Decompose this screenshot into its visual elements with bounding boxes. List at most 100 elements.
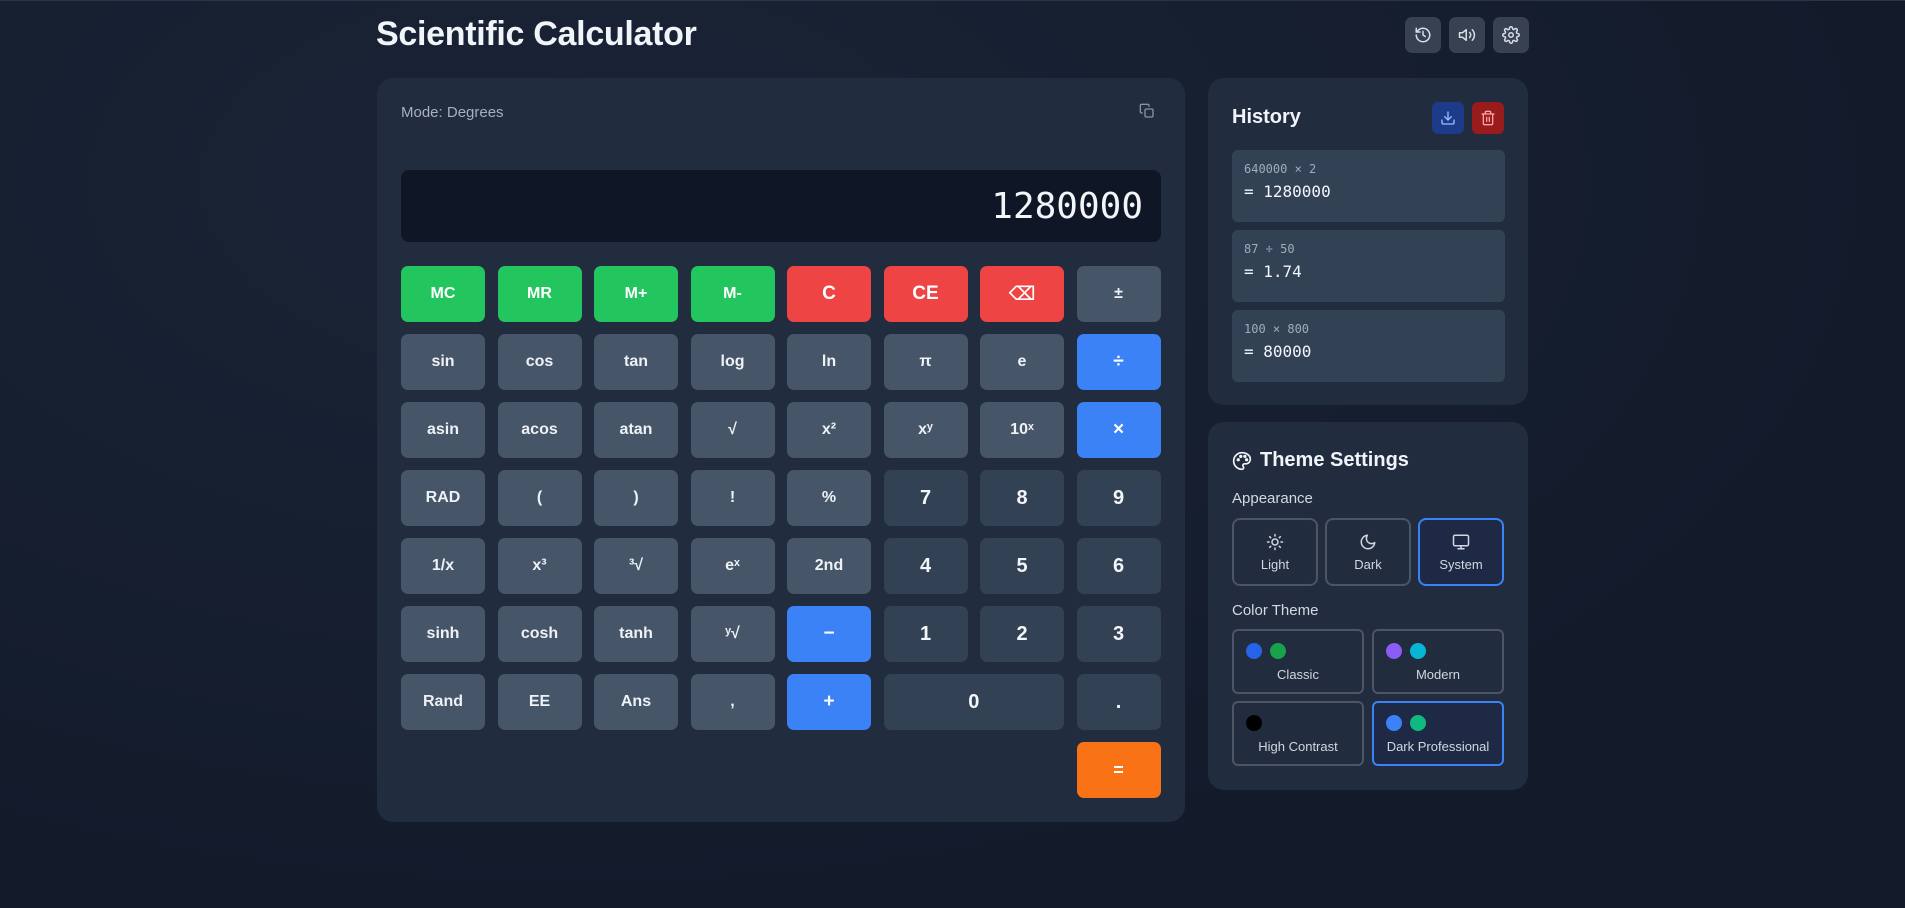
pi-key[interactable]: π bbox=[883, 334, 968, 390]
open-paren-key[interactable]: ( bbox=[497, 470, 582, 526]
divide-key[interactable]: ÷ bbox=[1076, 334, 1161, 390]
percent-key[interactable]: % bbox=[787, 470, 871, 526]
cos-key[interactable]: cos bbox=[497, 334, 582, 390]
appearance-option-system[interactable]: System bbox=[1418, 518, 1504, 586]
top-actions bbox=[1405, 17, 1529, 53]
cube-root-key[interactable]: ³√ bbox=[594, 538, 678, 594]
moon-icon bbox=[1360, 534, 1376, 549]
decimal-key[interactable]: . bbox=[1076, 674, 1161, 730]
history-result: = 1280000 bbox=[1244, 182, 1331, 201]
e-key[interactable]: e bbox=[980, 334, 1064, 390]
appearance-option-label: Dark bbox=[1354, 556, 1382, 572]
digit-9-key[interactable]: 9 bbox=[1076, 470, 1161, 526]
sin-key[interactable]: sin bbox=[401, 334, 485, 390]
color-theme-label: Classic bbox=[1277, 667, 1319, 682]
square-key[interactable]: x² bbox=[787, 402, 871, 458]
settings-button[interactable] bbox=[1493, 17, 1529, 53]
mr-key[interactable]: MR bbox=[497, 266, 582, 322]
ten-power-key[interactable]: 10ˣ bbox=[980, 402, 1064, 458]
theme-settings-panel: Theme Settings Appearance Light Dark Syste… bbox=[1208, 422, 1528, 790]
digit-2-key[interactable]: 2 bbox=[980, 606, 1064, 662]
clear-key[interactable]: C bbox=[787, 266, 871, 322]
factorial-key[interactable]: ! bbox=[690, 470, 775, 526]
cosh-key[interactable]: cosh bbox=[497, 606, 582, 662]
color-theme-option-classic[interactable]: Classic bbox=[1232, 629, 1364, 694]
color-swatch bbox=[1246, 643, 1262, 659]
sinh-key[interactable]: sinh bbox=[401, 606, 485, 662]
color-theme-option-high-contrast[interactable]: High Contrast bbox=[1232, 701, 1364, 766]
comma-key[interactable]: , bbox=[690, 674, 775, 730]
copy-button[interactable] bbox=[1139, 103, 1159, 123]
second-key[interactable]: 2nd bbox=[787, 538, 871, 594]
close-paren-key[interactable]: ) bbox=[594, 470, 678, 526]
appearance-option-light[interactable]: Light bbox=[1232, 518, 1318, 586]
tanh-key[interactable]: tanh bbox=[594, 606, 678, 662]
multiply-key[interactable]: × bbox=[1076, 402, 1161, 458]
clear-history-button[interactable] bbox=[1472, 102, 1504, 134]
rand-key[interactable]: Rand bbox=[401, 674, 485, 730]
history-expression: 640000 × 2 bbox=[1244, 162, 1317, 176]
tan-key[interactable]: tan bbox=[594, 334, 678, 390]
sqrt-key[interactable]: √ bbox=[690, 402, 775, 458]
color-swatch bbox=[1386, 715, 1402, 731]
digit-3-key[interactable]: 3 bbox=[1076, 606, 1161, 662]
copy-icon bbox=[1139, 103, 1154, 118]
page-title: Scientific Calculator bbox=[376, 15, 697, 53]
history-expression: 100 × 800 bbox=[1244, 322, 1310, 336]
atan-key[interactable]: atan bbox=[594, 402, 678, 458]
digit-5-key[interactable]: 5 bbox=[980, 538, 1064, 594]
download-history-button[interactable] bbox=[1432, 102, 1464, 134]
color-swatches bbox=[1386, 715, 1426, 731]
color-swatches bbox=[1246, 643, 1286, 659]
backspace-key[interactable]: ⌫ bbox=[980, 266, 1064, 322]
asin-key[interactable]: asin bbox=[401, 402, 485, 458]
color-theme-label: Modern bbox=[1415, 667, 1461, 682]
history-title: History bbox=[1232, 106, 1301, 128]
history-item[interactable]: 87 ÷ 50 = 1.74 bbox=[1232, 230, 1505, 302]
color-theme-option-modern[interactable]: Modern bbox=[1372, 629, 1504, 694]
digit-4-key[interactable]: 4 bbox=[883, 538, 968, 594]
sun-icon bbox=[1266, 533, 1284, 550]
history-result: = 1.74 bbox=[1244, 262, 1302, 281]
history-panel: History 640000 × 2 = 1280000 87 ÷ 50 = 1.74… bbox=[1208, 78, 1528, 405]
appearance-option-dark[interactable]: Dark bbox=[1325, 518, 1411, 586]
color-swatch bbox=[1410, 643, 1426, 659]
history-icon bbox=[1415, 27, 1431, 43]
exp-key[interactable]: eˣ bbox=[690, 538, 775, 594]
history-list: 640000 × 2 = 1280000 87 ÷ 50 = 1.74 100 × 80… bbox=[1232, 150, 1505, 382]
log-key[interactable]: log bbox=[690, 334, 775, 390]
cube-key[interactable]: x³ bbox=[497, 538, 582, 594]
mc-key[interactable]: MC bbox=[401, 266, 485, 322]
history-item[interactable]: 640000 × 2 = 1280000 bbox=[1232, 150, 1505, 222]
palette-icon bbox=[1232, 451, 1252, 470]
subtract-key[interactable]: − bbox=[787, 606, 871, 662]
sign-toggle-key[interactable]: ± bbox=[1076, 266, 1161, 322]
rad-key[interactable]: RAD bbox=[401, 470, 485, 526]
digit-8-key[interactable]: 8 bbox=[980, 470, 1064, 526]
ee-key[interactable]: EE bbox=[497, 674, 582, 730]
nth-root-key[interactable]: ʸ√ bbox=[690, 606, 775, 662]
digit-7-key[interactable]: 7 bbox=[883, 470, 968, 526]
appearance-options: Light Dark System bbox=[1232, 518, 1504, 586]
digit-6-key[interactable]: 6 bbox=[1076, 538, 1161, 594]
sound-button[interactable] bbox=[1449, 17, 1485, 53]
m-minus-key[interactable]: M- bbox=[690, 266, 775, 322]
equals-key[interactable]: = bbox=[1076, 742, 1161, 798]
add-key[interactable]: + bbox=[787, 674, 871, 730]
color-swatches bbox=[1386, 643, 1426, 659]
history-item[interactable]: 100 × 800 = 80000 bbox=[1232, 310, 1505, 382]
m-plus-key[interactable]: M+ bbox=[594, 266, 678, 322]
acos-key[interactable]: acos bbox=[497, 402, 582, 458]
digit-1-key[interactable]: 1 bbox=[883, 606, 968, 662]
clear-entry-key[interactable]: CE bbox=[883, 266, 968, 322]
digit-0-key[interactable]: 0 bbox=[883, 674, 1064, 730]
power-key[interactable]: xʸ bbox=[883, 402, 968, 458]
color-theme-option-dark-professional[interactable]: Dark Professional bbox=[1372, 701, 1504, 766]
calculator-page: Scientific Calculator Mode: Degrees 1280… bbox=[0, 0, 1905, 908]
reciprocal-key[interactable]: 1/x bbox=[401, 538, 485, 594]
ans-key[interactable]: Ans bbox=[594, 674, 678, 730]
keypad: MC MR M+ M- C CE ⌫ ± sin cos tan log ln π e ÷ asin acos at… bbox=[401, 266, 1161, 798]
history-button[interactable] bbox=[1405, 17, 1441, 53]
theme-settings-heading: Theme Settings bbox=[1232, 449, 1409, 472]
ln-key[interactable]: ln bbox=[787, 334, 871, 390]
